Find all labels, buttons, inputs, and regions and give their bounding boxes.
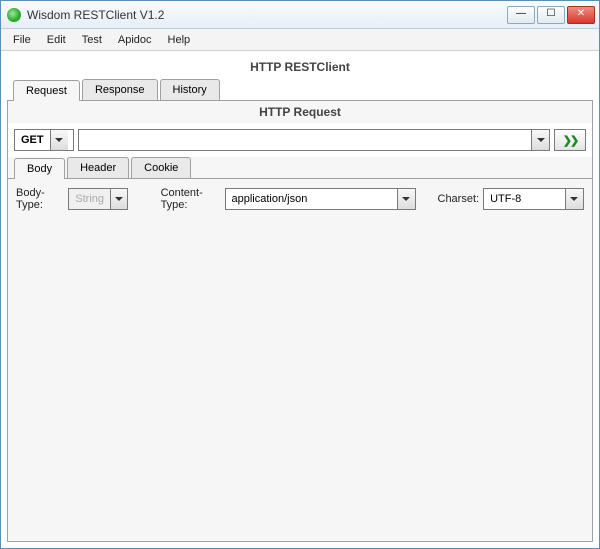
menu-help[interactable]: Help [160,31,199,49]
main-tabs: Request Response History [7,79,593,101]
body-type-label: Body-Type: [16,187,64,211]
body-text-area[interactable] [16,217,584,533]
charset-label: Charset: [438,193,480,205]
menu-edit[interactable]: Edit [39,31,74,49]
menu-file[interactable]: File [5,31,39,49]
send-button[interactable]: ❯❯ [554,129,586,151]
tab-request[interactable]: Request [13,80,80,101]
send-icon: ❯❯ [563,134,577,147]
menubar: File Edit Test Apidoc Help [1,29,599,51]
body-type-select[interactable]: String [68,188,128,210]
window-title: Wisdom RESTClient V1.2 [27,8,507,22]
content-type-label: Content-Type: [161,187,221,211]
charset-select[interactable]: UTF-8 [483,188,584,210]
request-sub-tabs: Body Header Cookie [8,157,592,179]
subtab-cookie[interactable]: Cookie [131,157,191,178]
subtab-body[interactable]: Body [14,158,65,179]
subtab-header[interactable]: Header [67,157,129,178]
http-method-select[interactable]: GET [14,129,74,151]
minimize-button[interactable]: — [507,6,535,24]
charset-value: UTF-8 [484,193,565,205]
url-input[interactable] [78,129,550,151]
chevron-down-icon[interactable] [565,189,583,209]
tab-history[interactable]: History [160,79,220,100]
window-titlebar: Wisdom RESTClient V1.2 — ☐ ✕ [1,1,599,29]
request-title: HTTP Request [8,101,592,123]
content-type-select[interactable]: application/json [225,188,416,210]
maximize-button[interactable]: ☐ [537,6,565,24]
content-type-value: application/json [226,193,397,205]
panel-title: HTTP RESTClient [7,57,593,79]
app-icon [7,8,21,22]
chevron-down-icon[interactable] [397,189,415,209]
chevron-down-icon[interactable] [50,130,68,150]
menu-apidoc[interactable]: Apidoc [110,31,160,49]
tab-response[interactable]: Response [82,79,158,100]
chevron-down-icon[interactable] [110,189,127,209]
menu-test[interactable]: Test [74,31,110,49]
chevron-down-icon[interactable] [531,130,549,150]
close-button[interactable]: ✕ [567,6,595,24]
http-method-value: GET [15,134,50,146]
body-type-value: String [69,193,110,205]
